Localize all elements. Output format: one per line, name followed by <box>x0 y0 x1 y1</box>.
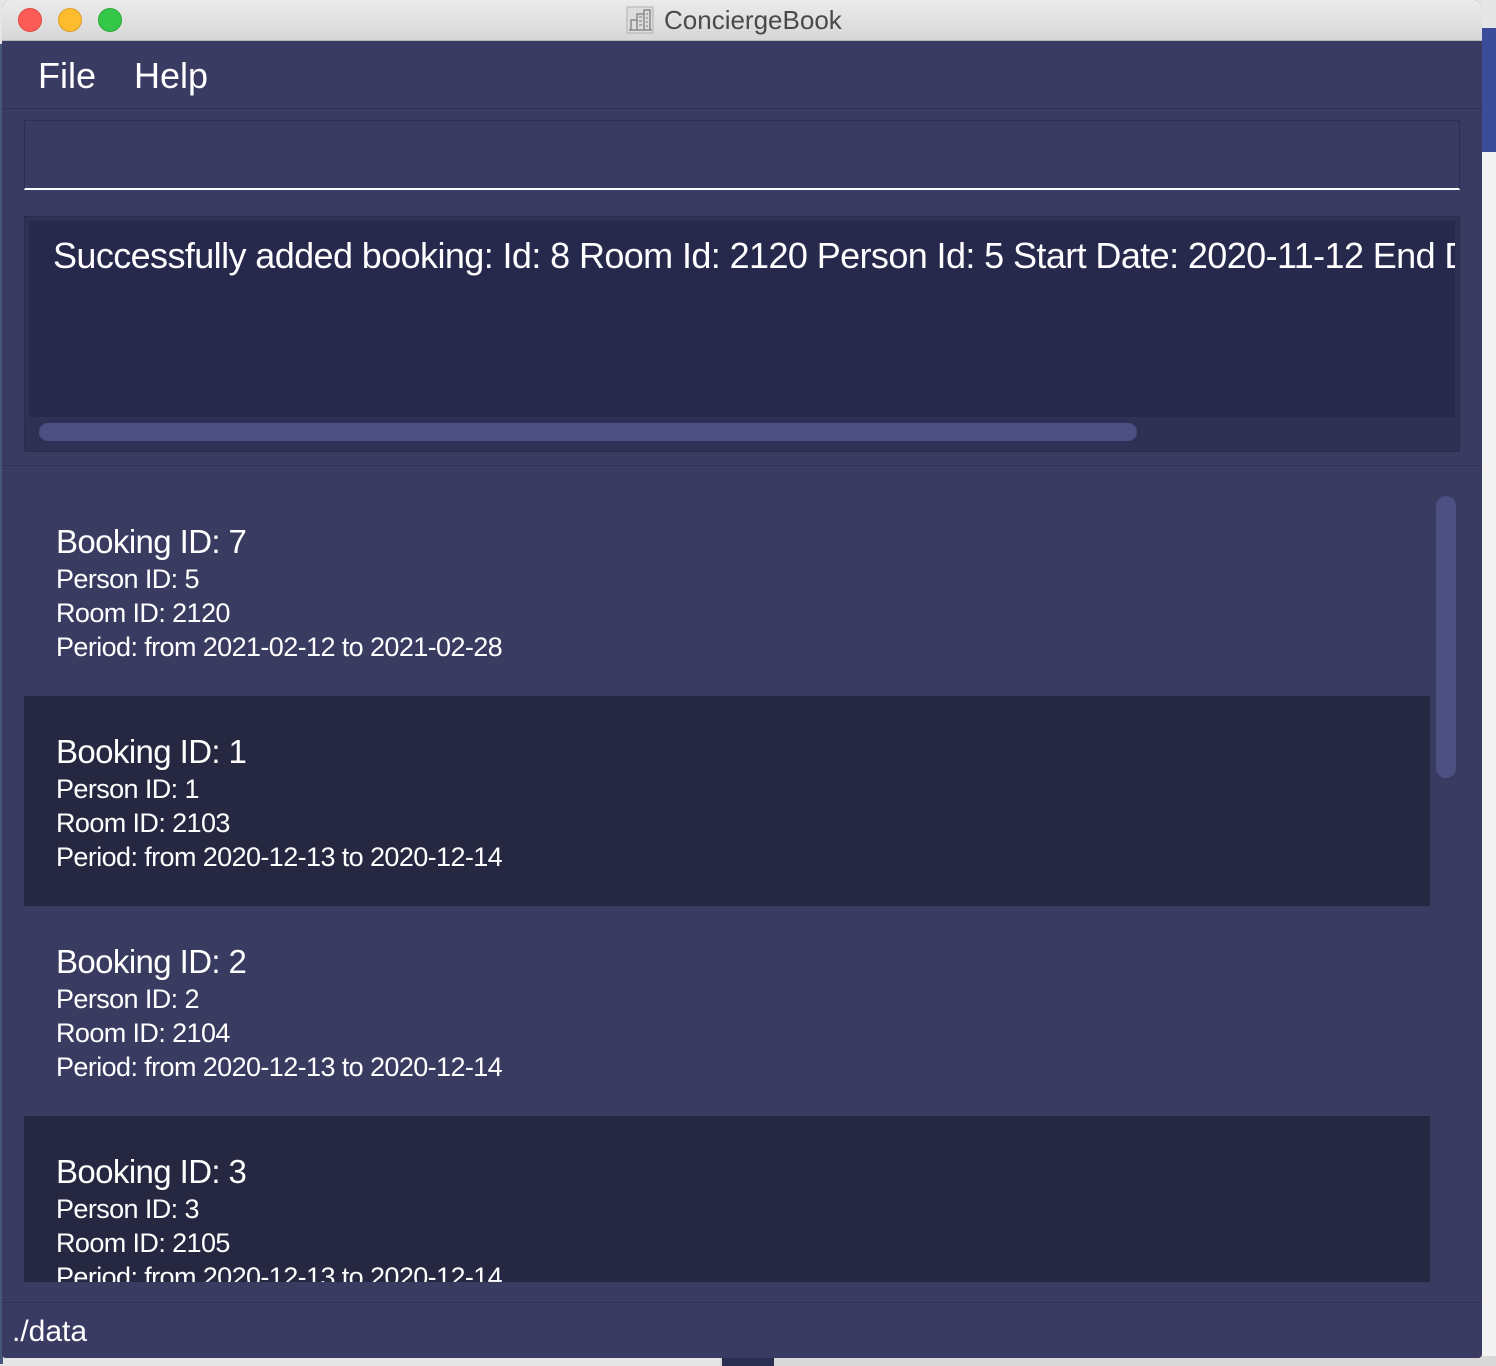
booking-period: Period: from 2020-12-13 to 2020-12-14 <box>56 1262 503 1282</box>
booking-id: Booking ID: 1 <box>56 733 247 770</box>
booking-list-panel: Booking ID: 7 Person ID: 5 Room ID: 2120… <box>2 465 1482 1302</box>
booking-person-id: Person ID: 1 <box>56 774 199 804</box>
result-display: Successfully added booking: Id: 8 Room I… <box>24 216 1460 452</box>
title-bar: ConciergeBook <box>2 0 1482 41</box>
menu-help[interactable]: Help <box>134 55 208 97</box>
desktop-background <box>1482 152 1496 1366</box>
building-icon <box>626 6 654 34</box>
booking-id: Booking ID: 7 <box>56 523 247 560</box>
booking-list[interactable]: Booking ID: 7 Person ID: 5 Room ID: 2120… <box>24 486 1430 1282</box>
booking-list-vertical-scrollbar[interactable] <box>1436 496 1456 778</box>
booking-id: Booking ID: 2 <box>56 943 247 980</box>
booking-room-id: Room ID: 2120 <box>56 598 230 628</box>
booking-period: Period: from 2021-02-12 to 2021-02-28 <box>56 632 503 662</box>
booking-person-id: Person ID: 5 <box>56 564 199 594</box>
booking-room-id: Room ID: 2104 <box>56 1018 230 1048</box>
result-horizontal-scrollbar[interactable] <box>39 423 1137 441</box>
maximize-window-button[interactable] <box>98 8 122 32</box>
booking-person-id: Person ID: 3 <box>56 1194 199 1224</box>
booking-card[interactable]: Booking ID: 1 Person ID: 1 Room ID: 2103… <box>24 696 1430 906</box>
data-file-path: ./data <box>12 1315 88 1348</box>
close-window-button[interactable] <box>18 8 42 32</box>
result-message: Successfully added booking: Id: 8 Room I… <box>53 235 1455 276</box>
minimize-window-button[interactable] <box>58 8 82 32</box>
window-title: ConciergeBook <box>664 4 842 35</box>
app-window: ConciergeBook File Help Successfully add… <box>2 0 1482 1358</box>
result-text-area: Successfully added booking: Id: 8 Room I… <box>29 221 1455 417</box>
booking-card[interactable]: Booking ID: 3 Person ID: 3 Room ID: 2105… <box>24 1116 1430 1282</box>
command-input[interactable] <box>25 121 1459 188</box>
booking-person-id: Person ID: 2 <box>56 984 199 1014</box>
booking-card[interactable]: Booking ID: 7 Person ID: 5 Room ID: 2120… <box>24 486 1430 696</box>
booking-room-id: Room ID: 2103 <box>56 808 230 838</box>
desktop-background-window <box>1482 28 1496 152</box>
booking-period: Period: from 2020-12-13 to 2020-12-14 <box>56 842 503 872</box>
booking-room-id: Room ID: 2105 <box>56 1228 230 1258</box>
booking-card[interactable]: Booking ID: 2 Person ID: 2 Room ID: 2104… <box>24 906 1430 1116</box>
booking-id: Booking ID: 3 <box>56 1153 247 1190</box>
window-title-group: ConciergeBook <box>626 4 842 36</box>
menu-bar: File Help <box>2 41 1482 109</box>
command-box <box>24 120 1460 190</box>
booking-period: Period: from 2020-12-13 to 2020-12-14 <box>56 1052 503 1082</box>
menu-file[interactable]: File <box>38 55 96 97</box>
status-bar: ./data <box>2 1302 1482 1358</box>
